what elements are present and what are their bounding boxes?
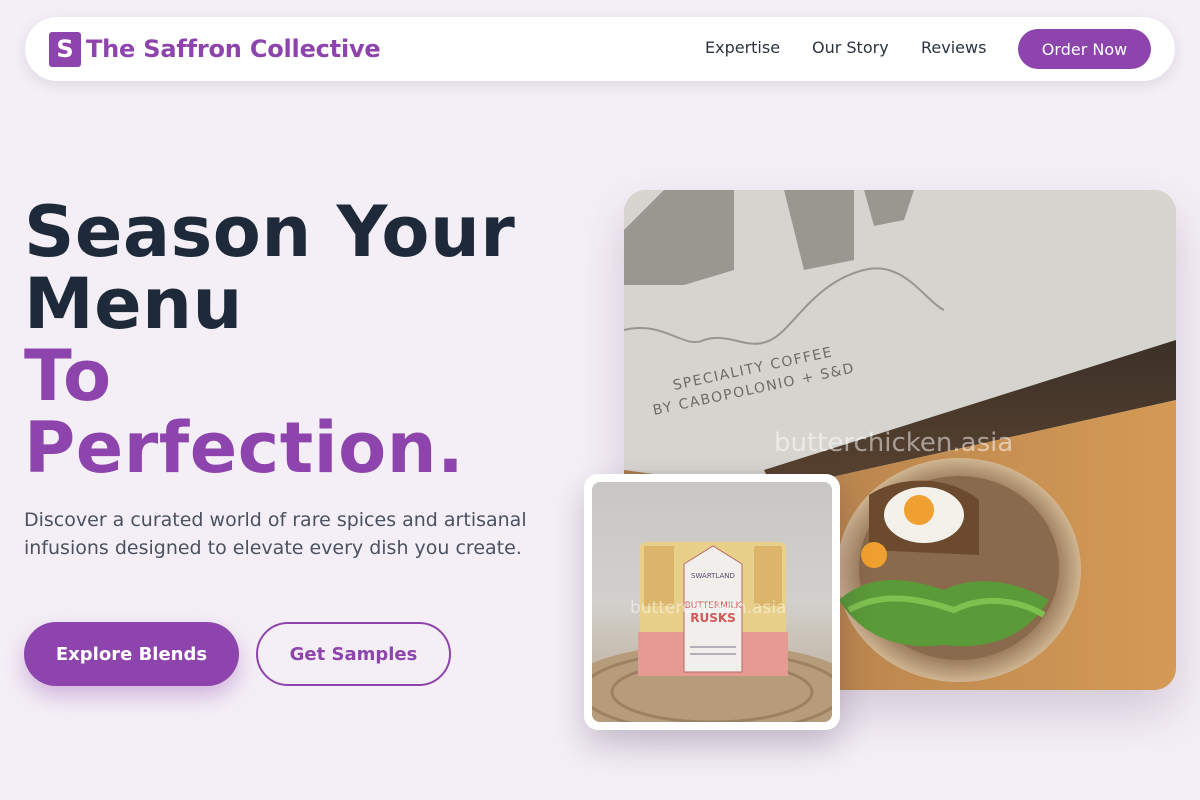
top-navbar: S The Saffron Collective Expertise Our S… — [25, 17, 1175, 81]
headline-line-1: Season Your — [24, 191, 516, 273]
headline-line-2: Menu — [24, 263, 243, 345]
get-samples-button[interactable]: Get Samples — [256, 622, 451, 686]
brand-name: The Saffron Collective — [86, 35, 381, 63]
explore-blends-button[interactable]: Explore Blends — [24, 622, 239, 686]
product-inset-card: SWARTLAND BUTTERMILK RUSKS butterchicken… — [584, 474, 840, 730]
svg-text:RUSKS: RUSKS — [690, 611, 736, 625]
nav-link-our-story[interactable]: Our Story — [812, 38, 889, 57]
hero-headline: Season Your Menu To Perfection. — [24, 196, 515, 484]
brand-logo[interactable]: S The Saffron Collective — [49, 31, 381, 67]
headline-line-4: Perfection. — [24, 407, 465, 489]
svg-text:SWARTLAND: SWARTLAND — [691, 572, 735, 580]
product-photo-rusks: SWARTLAND BUTTERMILK RUSKS butterchicken… — [592, 482, 832, 722]
headline-line-3: To — [24, 335, 112, 417]
rusks-package-illustration: SWARTLAND BUTTERMILK RUSKS — [592, 542, 832, 722]
nav-link-expertise[interactable]: Expertise — [705, 38, 780, 57]
nav-link-reviews[interactable]: Reviews — [921, 38, 986, 57]
hero-description: Discover a curated world of rare spices … — [24, 509, 527, 559]
logo-mark-icon: S — [49, 31, 81, 67]
svg-text:BUTTERMILK: BUTTERMILK — [685, 601, 743, 611]
order-now-button[interactable]: Order Now — [1018, 29, 1151, 69]
